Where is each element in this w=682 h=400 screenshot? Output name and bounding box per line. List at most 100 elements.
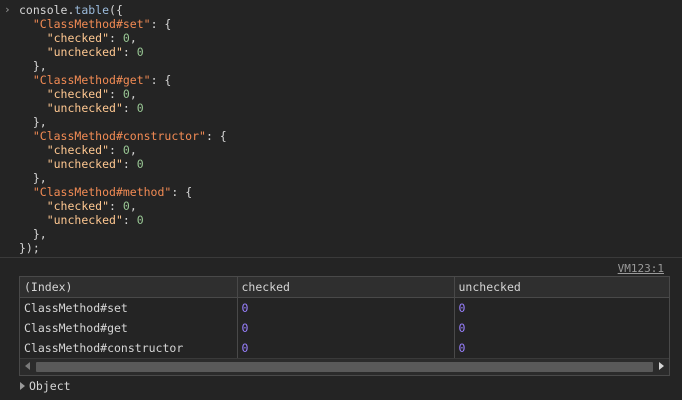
table-header-row: (Index) checked unchecked bbox=[20, 277, 669, 298]
code-token: 0 bbox=[122, 143, 130, 157]
code-line: "ClassMethod#constructor": { bbox=[19, 129, 227, 143]
scroll-right-arrow-icon[interactable] bbox=[659, 362, 664, 370]
object-label: Object bbox=[29, 379, 71, 393]
code-line: "checked": 0, bbox=[19, 199, 227, 213]
code-line: }, bbox=[19, 59, 227, 73]
prompt-chevron-icon: › bbox=[4, 3, 11, 16]
code-token: table bbox=[74, 3, 110, 17]
code-token: 0 bbox=[122, 87, 130, 101]
code-token: "unchecked" bbox=[46, 101, 123, 115]
expand-triangle-icon[interactable] bbox=[20, 382, 25, 390]
code-token: , bbox=[129, 87, 137, 101]
code-token: "checked" bbox=[46, 31, 110, 45]
code-token: 0 bbox=[136, 45, 144, 59]
code-line: }, bbox=[19, 227, 227, 241]
code-token: "unchecked" bbox=[46, 213, 123, 227]
unchecked-cell: 0 bbox=[458, 321, 466, 335]
code-line: console.table({ bbox=[19, 3, 227, 17]
code-token: 0 bbox=[122, 199, 130, 213]
code-token: : bbox=[122, 45, 137, 59]
code-token: , bbox=[129, 143, 137, 157]
table-row: ClassMethod#get 0 0 bbox=[20, 318, 669, 338]
code-token: "ClassMethod#set" bbox=[32, 17, 151, 31]
code-token: }, bbox=[19, 227, 47, 241]
code-block[interactable]: console.table({ "ClassMethod#set": { "ch… bbox=[19, 3, 227, 255]
checked-cell: 0 bbox=[237, 297, 455, 318]
code-line: "ClassMethod#method": { bbox=[19, 185, 227, 199]
code-token: : { bbox=[150, 17, 172, 31]
code-token: "unchecked" bbox=[46, 45, 123, 59]
code-token: : bbox=[109, 143, 123, 157]
code-line: }, bbox=[19, 171, 227, 185]
devtools-console: › console.table({ "ClassMethod#set": { "… bbox=[0, 0, 682, 400]
code-token: "ClassMethod#constructor" bbox=[32, 129, 206, 143]
code-token: "checked" bbox=[46, 87, 110, 101]
object-expander[interactable]: Object bbox=[20, 379, 71, 393]
code-token: : bbox=[122, 157, 137, 171]
code-token: : { bbox=[171, 185, 193, 199]
table-row: ClassMethod#set 0 0 bbox=[20, 297, 669, 318]
code-token: }, bbox=[19, 59, 47, 73]
code-token: : bbox=[109, 31, 123, 45]
code-token: }, bbox=[19, 171, 47, 185]
column-header-unchecked[interactable]: unchecked bbox=[454, 277, 669, 298]
column-header-index[interactable]: (Index) bbox=[20, 277, 238, 298]
code-token: "ClassMethod#get" bbox=[32, 73, 151, 87]
code-token: : bbox=[109, 87, 123, 101]
code-line: "unchecked": 0 bbox=[19, 101, 227, 115]
row-index-cell: ClassMethod#constructor bbox=[20, 338, 238, 358]
code-token: "checked" bbox=[46, 143, 110, 157]
code-token: 0 bbox=[122, 31, 130, 45]
code-token: }, bbox=[19, 115, 47, 129]
console-output-entry: VM123:1 (Index) checked unchecked ClassM… bbox=[0, 258, 682, 400]
unchecked-cell: 0 bbox=[458, 301, 466, 315]
source-link[interactable]: VM123:1 bbox=[618, 262, 664, 275]
code-token: : { bbox=[205, 129, 227, 143]
code-token: , bbox=[129, 31, 137, 45]
table-row: ClassMethod#constructor 0 0 bbox=[20, 338, 669, 358]
code-token: : bbox=[122, 213, 137, 227]
code-token: : bbox=[109, 199, 123, 213]
code-token: : { bbox=[150, 73, 172, 87]
code-line: "ClassMethod#get": { bbox=[19, 73, 227, 87]
code-token: "unchecked" bbox=[46, 157, 123, 171]
scroll-left-arrow-icon[interactable] bbox=[25, 362, 30, 370]
code-token: : bbox=[122, 101, 137, 115]
code-token: ({ bbox=[109, 3, 123, 17]
code-line: "checked": 0, bbox=[19, 31, 227, 45]
code-line: "checked": 0, bbox=[19, 87, 227, 101]
code-line: "unchecked": 0 bbox=[19, 213, 227, 227]
console-input-entry[interactable]: › console.table({ "ClassMethod#set": { "… bbox=[0, 0, 682, 258]
code-line: "unchecked": 0 bbox=[19, 45, 227, 59]
console-table: (Index) checked unchecked ClassMethod#se… bbox=[19, 276, 670, 376]
code-token: 0 bbox=[136, 213, 144, 227]
row-index-cell: ClassMethod#set bbox=[20, 297, 238, 318]
code-token: "checked" bbox=[46, 199, 110, 213]
code-line: "ClassMethod#set": { bbox=[19, 17, 227, 31]
horizontal-scrollbar[interactable] bbox=[20, 358, 669, 375]
checked-cell: 0 bbox=[237, 338, 455, 358]
checked-cell: 0 bbox=[237, 318, 455, 338]
code-token: 0 bbox=[136, 157, 144, 171]
row-index-cell: ClassMethod#get bbox=[20, 318, 238, 338]
code-line: }, bbox=[19, 115, 227, 129]
column-header-checked[interactable]: checked bbox=[237, 277, 455, 298]
code-token: }); bbox=[19, 241, 40, 255]
code-line: "unchecked": 0 bbox=[19, 157, 227, 171]
code-line: }); bbox=[19, 241, 227, 255]
code-line: "checked": 0, bbox=[19, 143, 227, 157]
scrollbar-thumb[interactable] bbox=[36, 362, 653, 372]
code-token: 0 bbox=[136, 101, 144, 115]
